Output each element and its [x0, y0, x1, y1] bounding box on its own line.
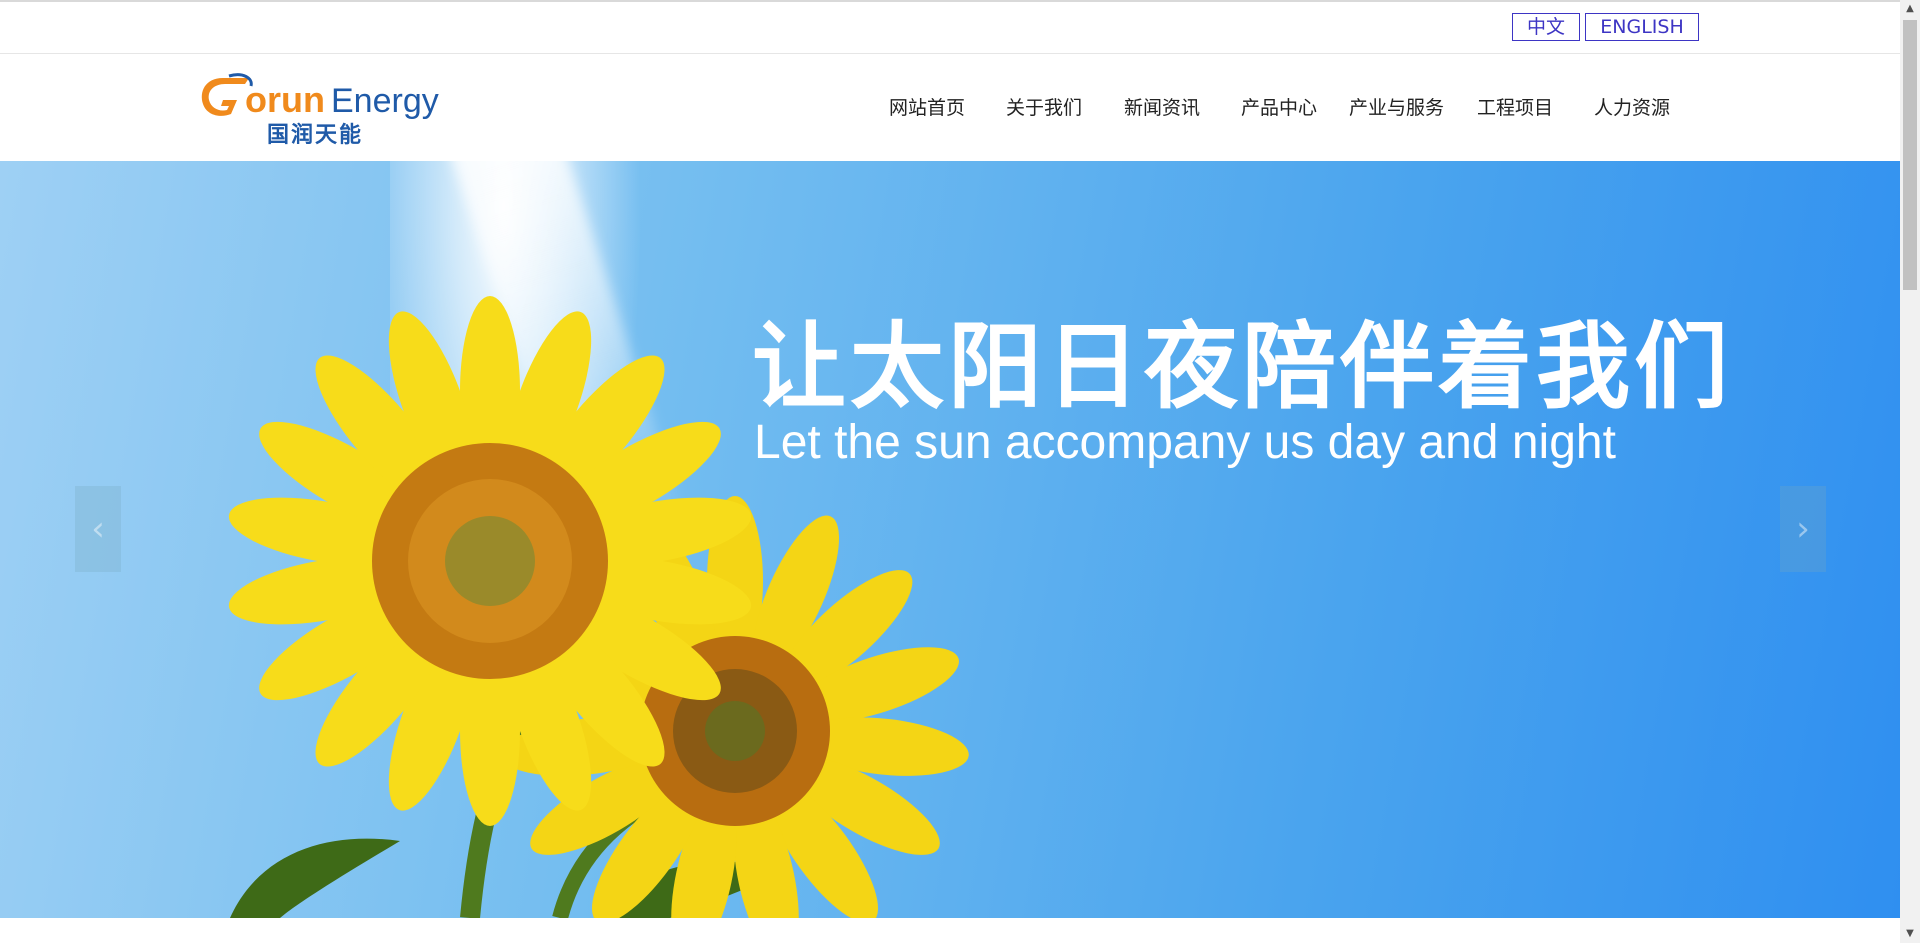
carousel-next-button[interactable]: ›: [1780, 486, 1826, 572]
carousel-prev-button[interactable]: ‹: [75, 486, 121, 572]
page-scrollbar[interactable]: ▲ ▼: [1900, 0, 1920, 943]
nav-news[interactable]: 新闻资讯: [1124, 94, 1200, 122]
chevron-right-icon: ›: [1796, 509, 1810, 549]
hero-banner: 让太阳日夜陪伴着我们 Let the sun accompany us day …: [0, 161, 1900, 918]
nav-about[interactable]: 关于我们: [1006, 94, 1082, 122]
nav-projects[interactable]: 工程项目: [1477, 94, 1553, 122]
main-nav: 网站首页 关于我们 新闻资讯 产品中心 产业与服务 工程项目 人力资源: [0, 54, 1900, 160]
banner-headline-en: Let the sun accompany us day and night: [754, 416, 1616, 469]
scroll-thumb[interactable]: [1903, 20, 1917, 290]
scroll-down-icon[interactable]: ▼: [1900, 925, 1920, 943]
banner-headline-cn: 让太阳日夜陪伴着我们: [752, 313, 1733, 422]
chevron-left-icon: ‹: [91, 509, 105, 549]
nav-hr[interactable]: 人力资源: [1594, 94, 1670, 122]
nav-products[interactable]: 产品中心: [1241, 94, 1317, 122]
top-bar: 中文 ENGLISH: [0, 0, 1900, 54]
nav-industry-services[interactable]: 产业与服务: [1349, 94, 1444, 122]
lang-english-button[interactable]: ENGLISH: [1585, 13, 1699, 41]
sunflower-image: [228, 296, 969, 918]
nav-home[interactable]: 网站首页: [889, 94, 965, 122]
site-header: orun Energy 国润天能 网站首页 关于我们 新闻资讯 产品中心 产业与…: [0, 54, 1900, 160]
lang-chinese-button[interactable]: 中文: [1512, 13, 1580, 41]
scroll-up-icon[interactable]: ▲: [1900, 0, 1920, 18]
